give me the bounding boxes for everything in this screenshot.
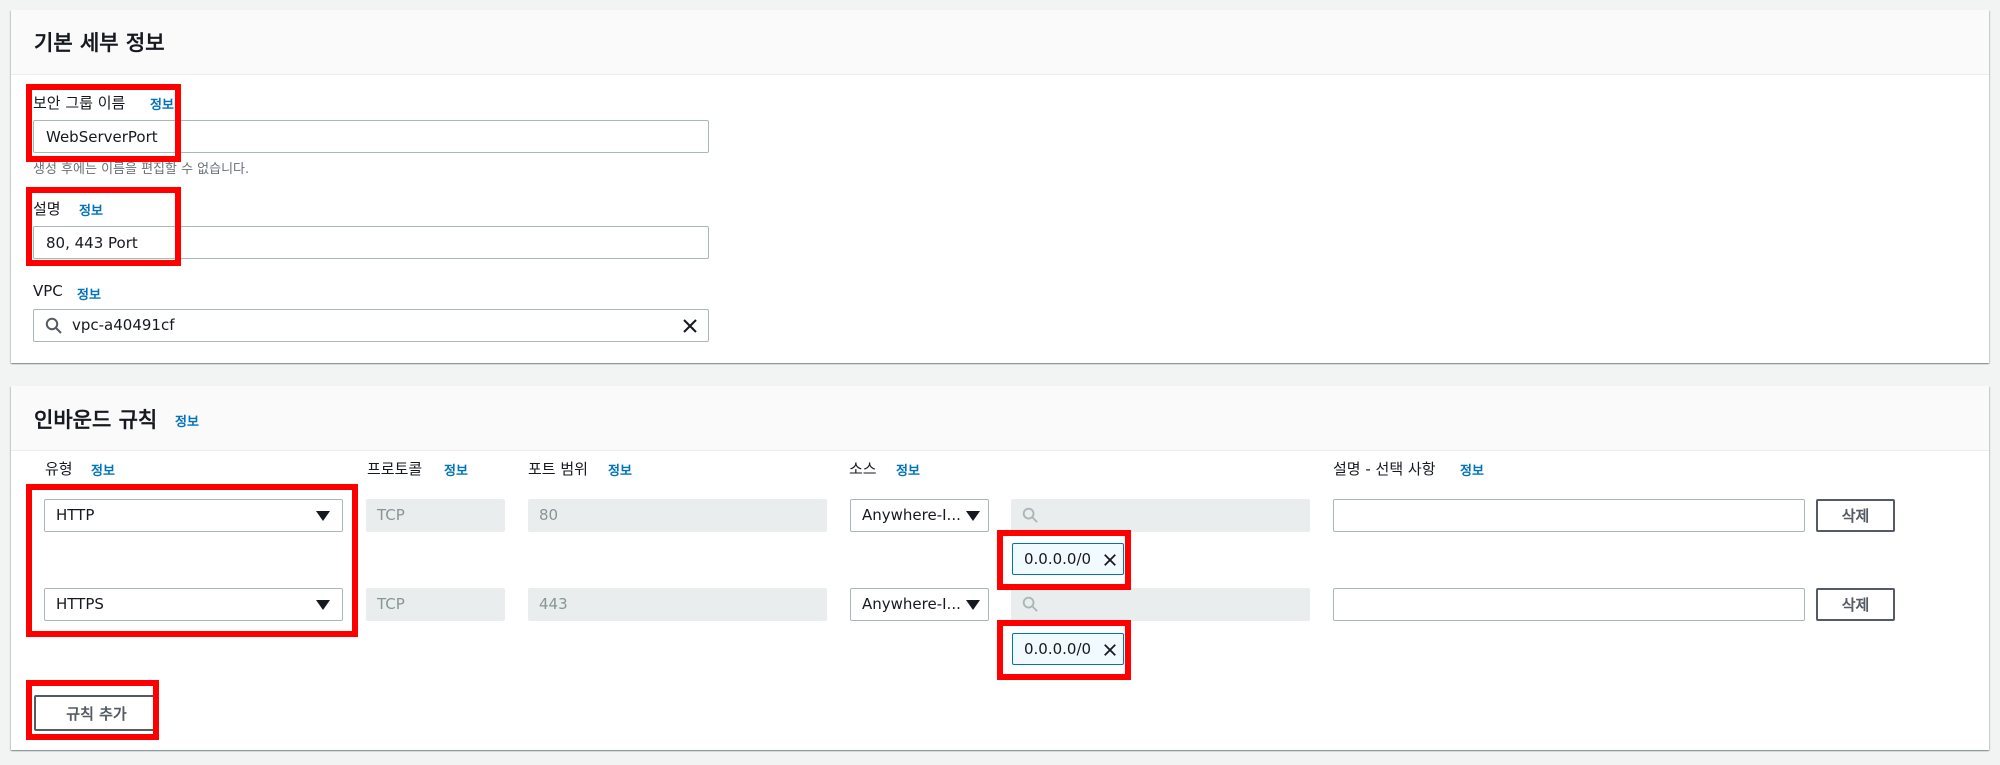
rule-source-type-value: Anywhere-I...: [862, 595, 961, 613]
rule-protocol-field: TCP: [366, 499, 505, 532]
column-description: 설명 - 선택 사항: [1333, 460, 1436, 478]
rule-source-search[interactable]: [1011, 588, 1310, 621]
cidr-token-value: 0.0.0.0/0: [1024, 640, 1092, 658]
column-port-range: 포트 범위: [528, 460, 588, 478]
close-icon[interactable]: [1103, 643, 1117, 657]
rule-protocol-value: TCP: [377, 595, 405, 613]
security-group-name-info-link[interactable]: 정보: [150, 94, 174, 113]
inbound-rules-info-link[interactable]: 정보: [175, 411, 199, 430]
column-protocol-info-link[interactable]: 정보: [444, 460, 468, 479]
column-source: 소스: [849, 460, 877, 478]
column-source-info-link[interactable]: 정보: [896, 460, 920, 479]
inbound-rules-title: 인바운드 규칙: [34, 408, 158, 432]
rule-port-value: 80: [539, 506, 559, 524]
cidr-token: 0.0.0.0/0: [1012, 633, 1124, 665]
rule-type-select[interactable]: HTTP: [44, 499, 343, 532]
rule-protocol-field: TCP: [366, 588, 505, 621]
security-group-name-label: 보안 그룹 이름: [33, 94, 126, 112]
add-rule-button[interactable]: 규칙 추가: [34, 695, 159, 731]
rule-source-type-value: Anywhere-I...: [862, 506, 961, 524]
rule-port-value: 443: [539, 595, 568, 613]
column-type: 유형: [45, 460, 73, 478]
delete-rule-button[interactable]: 삭제: [1816, 588, 1895, 621]
search-icon: [1022, 596, 1038, 612]
description-label: 설명: [33, 200, 61, 218]
rule-source-type-select[interactable]: Anywhere-I...: [850, 499, 989, 532]
close-icon[interactable]: [1103, 553, 1117, 567]
rule-source-search[interactable]: [1011, 499, 1310, 532]
rule-type-value: HTTP: [56, 506, 95, 524]
security-group-name-hint: 생성 후에는 이름을 편집할 수 없습니다.: [33, 162, 250, 177]
inbound-rules-panel: 인바운드 규칙 정보 유형 정보 프로토콜 정보 포트 범위 정보 소스 정보 …: [11, 386, 1989, 750]
column-type-info-link[interactable]: 정보: [91, 460, 115, 479]
security-group-name-input[interactable]: [33, 120, 709, 153]
close-icon[interactable]: [682, 318, 698, 334]
rule-source-type-select[interactable]: Anywhere-I...: [850, 588, 989, 621]
inbound-rules-header: 인바운드 규칙 정보: [11, 386, 1989, 451]
basic-details-header: 기본 세부 정보: [11, 10, 1989, 75]
cidr-token-value: 0.0.0.0/0: [1024, 550, 1092, 568]
column-protocol: 프로토콜: [367, 460, 423, 478]
vpc-info-link[interactable]: 정보: [77, 284, 101, 303]
rule-port-field: 80: [528, 499, 827, 532]
delete-rule-button[interactable]: 삭제: [1816, 499, 1895, 532]
caret-down-icon: [316, 511, 330, 521]
rule-port-field: 443: [528, 588, 827, 621]
rule-protocol-value: TCP: [377, 506, 405, 524]
rule-type-value: HTTPS: [56, 595, 104, 613]
rule-description-input[interactable]: [1333, 588, 1805, 621]
vpc-search-field[interactable]: vpc-a40491cf: [33, 309, 709, 342]
column-port-range-info-link[interactable]: 정보: [608, 460, 632, 479]
column-description-info-link[interactable]: 정보: [1460, 460, 1484, 479]
basic-details-panel: 기본 세부 정보 보안 그룹 이름 정보 생성 후에는 이름을 편집할 수 없습…: [11, 10, 1989, 363]
basic-details-title: 기본 세부 정보: [34, 31, 165, 55]
search-icon: [1022, 507, 1038, 523]
description-input[interactable]: [33, 226, 709, 259]
description-info-link[interactable]: 정보: [79, 200, 103, 219]
rule-description-input[interactable]: [1333, 499, 1805, 532]
caret-down-icon: [966, 511, 980, 521]
caret-down-icon: [316, 600, 330, 610]
rule-type-select[interactable]: HTTPS: [44, 588, 343, 621]
vpc-label: VPC: [33, 282, 63, 300]
cidr-token: 0.0.0.0/0: [1012, 543, 1124, 575]
vpc-value: vpc-a40491cf: [72, 316, 175, 334]
search-icon: [45, 317, 62, 334]
caret-down-icon: [966, 600, 980, 610]
